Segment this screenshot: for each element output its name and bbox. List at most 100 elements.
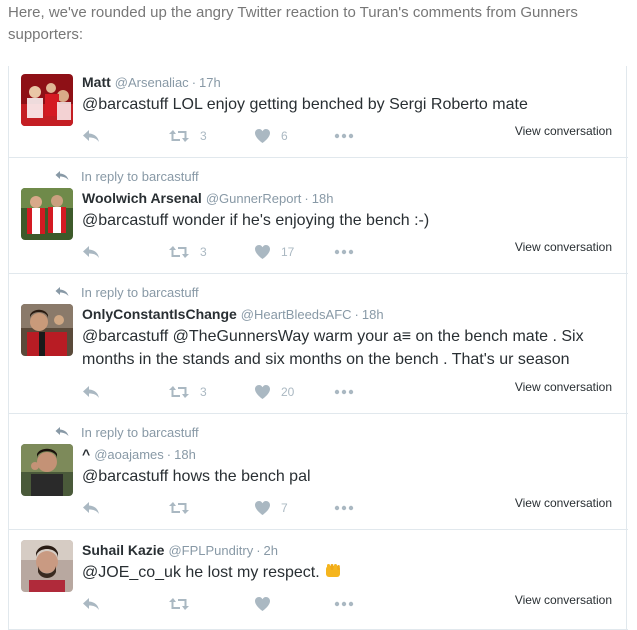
tweet-time[interactable]: 17h <box>199 75 221 90</box>
author-handle[interactable]: @GunnerReport <box>206 191 302 206</box>
reply-button[interactable] <box>82 382 100 402</box>
more-icon <box>334 389 354 395</box>
reply-context-arrow-icon <box>55 169 81 184</box>
author-name[interactable]: Woolwich Arsenal <box>82 190 202 206</box>
heart-icon <box>254 384 271 400</box>
more-icon <box>334 505 354 511</box>
reply-target[interactable]: barcastuff <box>142 425 199 440</box>
author-name[interactable]: Suhail Kazie <box>82 542 164 558</box>
separator-dot: · <box>304 191 309 206</box>
reply-context-arrow-icon <box>55 425 81 440</box>
tweet-actions: 3 6 <box>82 126 382 146</box>
retweet-button[interactable] <box>168 594 200 614</box>
separator-dot: · <box>166 447 172 462</box>
tweet-feed: Matt @Arsenaliac · 17h @barcastuff LOL e… <box>8 66 628 630</box>
author-handle[interactable]: @Arsenaliac <box>115 75 189 90</box>
reply-icon <box>82 128 100 144</box>
avatar[interactable] <box>21 540 73 592</box>
tweet-time[interactable]: 18h <box>174 447 196 462</box>
separator-dot: · <box>191 75 197 90</box>
reply-target[interactable]: barcastuff <box>142 169 199 184</box>
retweet-icon <box>168 500 190 516</box>
avatar[interactable] <box>21 74 73 126</box>
reply-button[interactable] <box>82 498 100 518</box>
retweet-button[interactable]: 3 <box>168 382 207 402</box>
like-count: 6 <box>281 129 288 143</box>
view-conversation-link[interactable]: View conversation <box>515 593 612 607</box>
separator-dot: · <box>354 307 359 322</box>
tweet-card[interactable]: In reply to barcastuff Woolwich Arsenal … <box>9 158 628 274</box>
avatar[interactable] <box>21 188 73 240</box>
avatar[interactable] <box>21 444 73 496</box>
tweet-time[interactable]: 18h <box>312 191 334 206</box>
intro-paragraph: Here, we've rounded up the angry Twitter… <box>8 4 578 43</box>
more-icon <box>334 133 354 139</box>
reply-prefix: In reply to <box>81 284 139 300</box>
more-button[interactable] <box>334 242 354 262</box>
tweet-header: Matt @Arsenaliac · 17h <box>82 74 221 92</box>
like-button[interactable]: 17 <box>254 242 294 262</box>
tweet-text: @barcastuff wonder if he's enjoying the … <box>82 212 430 229</box>
more-button[interactable] <box>334 126 354 146</box>
retweet-icon <box>168 244 190 260</box>
reply-prefix: In reply to <box>81 168 139 184</box>
reply-context-arrow-icon <box>55 285 81 300</box>
tweet-card[interactable]: Matt @Arsenaliac · 17h @barcastuff LOL e… <box>9 66 628 158</box>
avatar[interactable] <box>21 304 73 356</box>
heart-icon <box>254 244 271 260</box>
more-button[interactable] <box>334 498 354 518</box>
retweet-count: 3 <box>200 245 207 259</box>
reply-button[interactable] <box>82 242 100 262</box>
retweet-button[interactable] <box>168 498 200 518</box>
view-conversation-link[interactable]: View conversation <box>515 380 612 394</box>
tweet-time[interactable]: 18h <box>362 307 384 322</box>
like-button[interactable]: 20 <box>254 382 294 402</box>
reply-context: In reply to barcastuff <box>55 424 199 440</box>
tweet-header: Suhail Kazie @FPLPunditry · 2h <box>82 542 278 560</box>
view-conversation-link[interactable]: View conversation <box>515 124 612 138</box>
retweet-button[interactable]: 3 <box>168 242 207 262</box>
more-button[interactable] <box>334 594 354 614</box>
fist-emoji-icon <box>324 563 342 579</box>
like-count: 7 <box>281 501 288 515</box>
reply-icon <box>82 244 100 260</box>
tweet-text: @barcastuff hows the bench pal <box>82 468 311 485</box>
tweet-header: OnlyConstantIsChange @HeartBleedsAFC · 1… <box>82 306 384 324</box>
reply-prefix: In reply to <box>81 424 139 440</box>
tweet-text: @barcastuff @TheGunnersWay warm your a≡ … <box>82 328 584 368</box>
like-button[interactable]: 6 <box>254 126 288 146</box>
retweet-button[interactable]: 3 <box>168 126 207 146</box>
reply-context: In reply to barcastuff <box>55 284 199 300</box>
author-name[interactable]: Matt <box>82 74 111 90</box>
author-handle[interactable]: @HeartBleedsAFC <box>241 307 352 322</box>
reply-target[interactable]: barcastuff <box>142 285 199 300</box>
author-handle[interactable]: @FPLPunditry <box>168 543 253 558</box>
more-button[interactable] <box>334 382 354 402</box>
reply-button[interactable] <box>82 594 100 614</box>
like-count: 20 <box>281 385 295 399</box>
tweet-actions: 7 <box>82 498 382 518</box>
author-name[interactable]: ^ <box>82 446 90 462</box>
tweet-text-wrapper: @JOE_co_uk he lost my respect. <box>82 561 622 584</box>
heart-icon <box>254 128 271 144</box>
more-icon <box>334 249 354 255</box>
view-conversation-link[interactable]: View conversation <box>515 496 612 510</box>
reply-button[interactable] <box>82 126 100 146</box>
reply-context: In reply to barcastuff <box>55 168 199 184</box>
separator-dot: · <box>256 543 261 558</box>
heart-icon <box>254 596 271 612</box>
retweet-icon <box>168 128 190 144</box>
tweet-card[interactable]: In reply to barcastuff ^ @aoajames · 18h… <box>9 414 628 530</box>
tweet-time[interactable]: 2h <box>264 543 278 558</box>
reply-icon <box>82 500 100 516</box>
like-button[interactable] <box>254 594 281 614</box>
tweet-actions: 3 17 <box>82 242 382 262</box>
tweet-card[interactable]: Suhail Kazie @FPLPunditry · 2h @JOE_co_u… <box>9 530 628 630</box>
like-button[interactable]: 7 <box>254 498 288 518</box>
reply-icon <box>82 384 100 400</box>
author-name[interactable]: OnlyConstantIsChange <box>82 306 237 322</box>
author-handle[interactable]: @aoajames <box>94 447 164 462</box>
tweet-card[interactable]: In reply to barcastuff OnlyConstantIsCha… <box>9 274 628 414</box>
reply-icon <box>82 596 100 612</box>
view-conversation-link[interactable]: View conversation <box>515 240 612 254</box>
